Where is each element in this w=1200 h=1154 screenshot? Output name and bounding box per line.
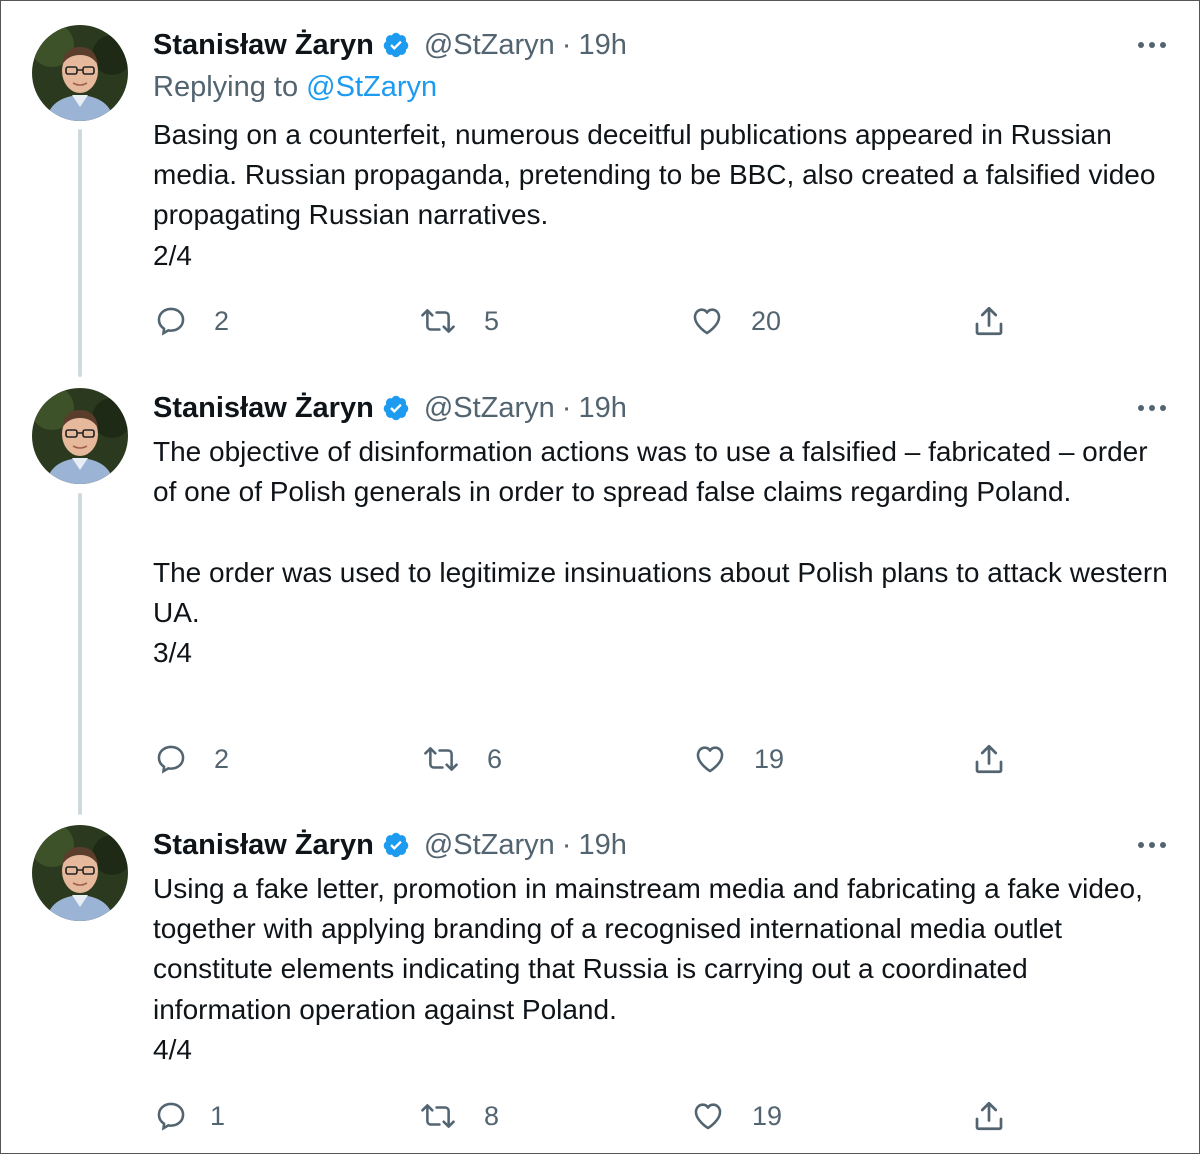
tweet-header: Stanisław Żaryn @StZaryn · 19h [153,825,627,865]
tweet-text: The objective of disinformation actions … [153,432,1173,673]
more-dots-icon[interactable] [1137,825,1167,865]
tweet-paragraph: Basing on a counterfeit, numerous deceit… [153,119,1156,231]
reply-button[interactable]: 2 [154,301,229,341]
separator-dot: · [561,28,572,61]
reply-count: 2 [214,305,230,336]
retweet-icon [424,747,458,771]
like-count: 19 [752,1100,783,1131]
retweet-icon [421,1104,455,1128]
like-count: 20 [751,305,782,336]
tweet-header: Stanisław Żaryn @StZaryn · 19h [153,25,627,65]
share-icon [975,744,1003,774]
avatar-photo [32,25,128,121]
thread-counter: 4/4 [153,1033,192,1065]
more-dots-icon[interactable] [1137,25,1167,65]
author-handle[interactable]: @StZaryn [424,29,555,62]
share-button[interactable] [971,301,1007,341]
tweet-time[interactable]: 19h [578,29,626,62]
tweet-actions: 2 5 20 [1,301,1199,341]
avatar[interactable] [32,25,128,121]
thread-counter: 2/4 [153,239,192,271]
avatar[interactable] [32,825,128,921]
like-count: 19 [754,743,785,774]
replying-to: Replying to @StZaryn [153,71,437,104]
tweet-text: Using a fake letter, promotion in mainst… [153,869,1173,1070]
tweet-thread: Stanisław Żaryn @StZaryn · 19h Replying … [0,0,1200,1154]
verified-badge-icon [382,394,410,422]
tweet-header: Stanisław Żaryn @StZaryn · 19h [153,388,627,428]
tweet-text: Basing on a counterfeit, numerous deceit… [153,115,1173,276]
heart-icon [693,308,721,335]
retweet-count: 8 [484,1100,500,1131]
retweet-button[interactable]: 8 [418,1096,499,1136]
retweet-count: 6 [487,743,503,774]
share-icon [975,306,1003,336]
retweet-icon [421,309,455,333]
reply-mention-link[interactable]: @StZaryn [306,71,437,103]
tweet-time[interactable]: 19h [578,829,626,862]
reply-bubble-icon [157,307,185,336]
thread-counter: 3/4 [153,637,192,668]
tweet-paragraph: The objective of disinformation actions … [153,436,1148,508]
reply-bubble-icon [157,1102,185,1131]
retweet-count: 5 [484,305,500,336]
share-icon [975,1101,1003,1131]
heart-icon [694,1103,722,1130]
tweet-paragraph: The order was used to legitimize insinua… [153,556,1168,628]
author-handle[interactable]: @StZaryn [424,392,555,425]
separator-dot: · [561,828,572,861]
verified-badge-icon [382,31,410,59]
avatar-photo [32,825,128,921]
reply-button[interactable]: 1 [154,1096,225,1136]
reply-button[interactable]: 2 [154,739,229,779]
tweet-actions: 2 6 19 [1,739,1199,779]
avatar-photo [32,388,128,484]
tweet-paragraph: Using a fake letter, promotion in mainst… [153,873,1143,1025]
author-name[interactable]: Stanisław Żaryn [153,829,374,862]
retweet-button[interactable]: 5 [418,301,499,341]
avatar[interactable] [32,388,128,484]
tweet-actions: 1 8 19 [1,1096,1199,1136]
share-button[interactable] [971,1096,1007,1136]
like-button[interactable]: 20 [689,301,781,341]
author-name[interactable]: Stanisław Żaryn [153,392,374,425]
like-button[interactable]: 19 [690,1096,782,1136]
author-name[interactable]: Stanisław Żaryn [153,29,374,62]
tweet-time[interactable]: 19h [578,392,626,425]
more-dots-icon[interactable] [1137,388,1167,428]
author-handle[interactable]: @StZaryn [424,829,555,862]
share-button[interactable] [971,739,1007,779]
verified-badge-icon [382,831,410,859]
reply-count: 1 [210,1100,226,1131]
separator-dot: · [561,391,572,424]
reply-count: 2 [214,743,230,774]
like-button[interactable]: 19 [692,739,784,779]
heart-icon [696,746,724,773]
reply-bubble-icon [157,745,185,774]
retweet-button[interactable]: 6 [421,739,502,779]
replying-to-label: Replying to [153,71,299,103]
